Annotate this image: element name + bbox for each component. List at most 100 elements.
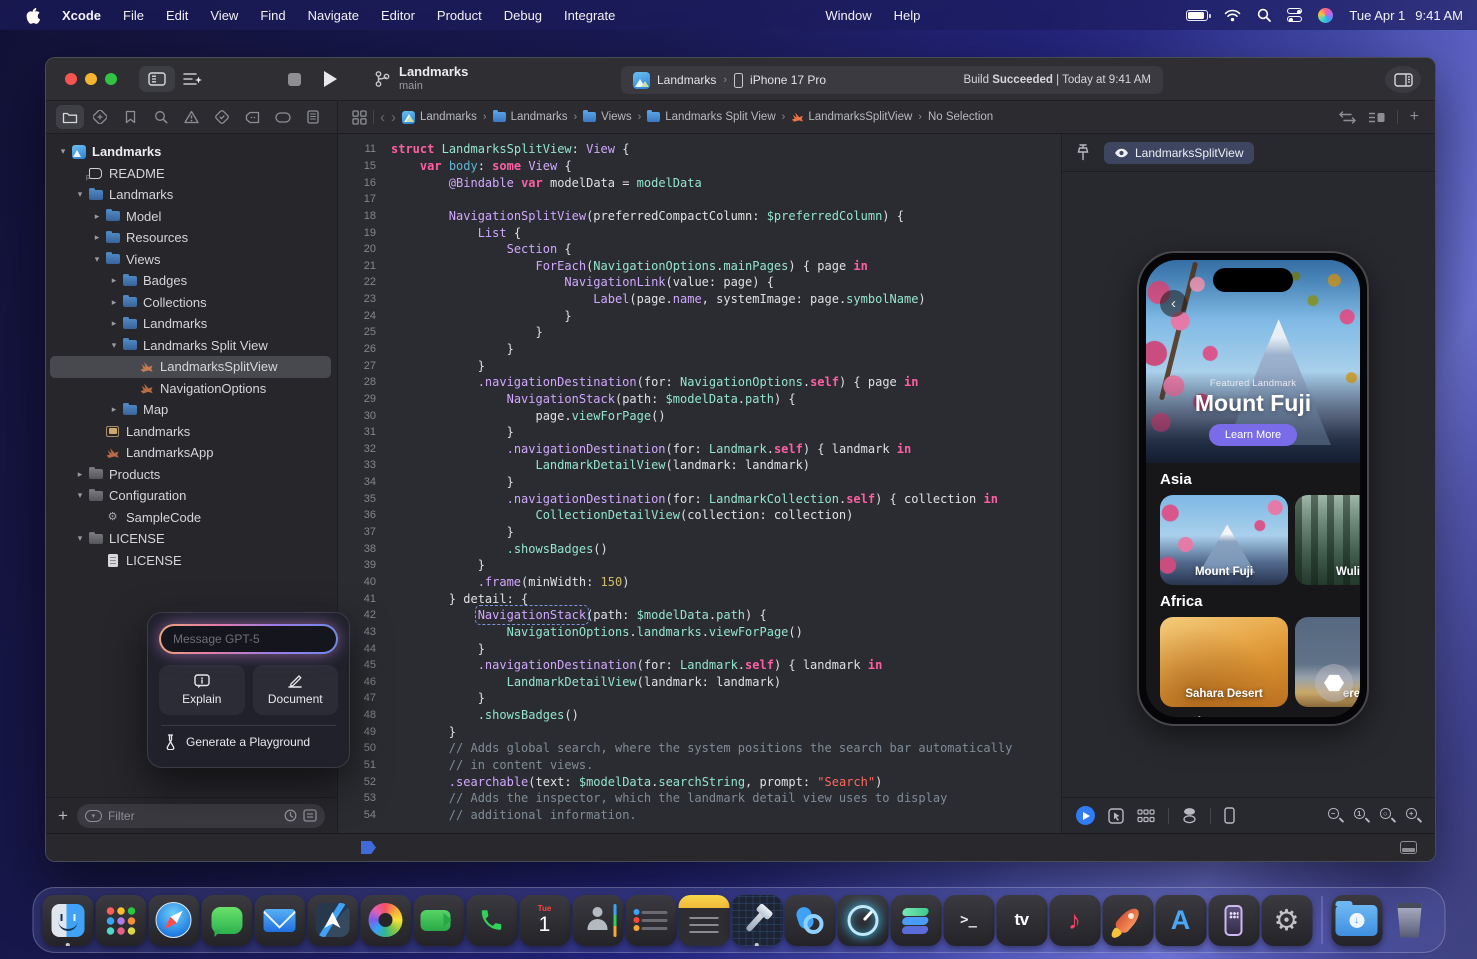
menu-view[interactable]: View xyxy=(199,8,249,23)
add-editor-icon[interactable]: + xyxy=(1410,108,1419,126)
code-line-39[interactable]: 39} xyxy=(338,557,1061,574)
dock-calendar-icon[interactable]: Tue1 xyxy=(519,895,570,946)
code-line-30[interactable]: 30page.viewForPage() xyxy=(338,407,1061,424)
live-preview-button[interactable] xyxy=(1076,806,1095,825)
code-line-48[interactable]: 48.showsBadges() xyxy=(338,707,1061,724)
code-line-17[interactable]: 17 xyxy=(338,191,1061,208)
landmark-card-sahara[interactable]: Sahara Desert xyxy=(1160,617,1288,707)
tree-item-landmarks[interactable]: Landmarks xyxy=(46,421,337,443)
run-button[interactable] xyxy=(312,66,348,92)
breadcrumb-item[interactable]: No Selection xyxy=(928,111,993,123)
code-line-22[interactable]: 22NavigationLink(value: page) { xyxy=(338,274,1061,291)
navigator-tab-project-navigator[interactable] xyxy=(56,105,84,129)
tree-item-collections[interactable]: ▸Collections xyxy=(46,292,337,314)
dock-mail-icon[interactable] xyxy=(254,895,305,946)
code-line-40[interactable]: 40.frame(minWidth: 150) xyxy=(338,574,1061,591)
code-line-42[interactable]: 42NavigationStack(path: $modelData.path)… xyxy=(338,607,1061,624)
tree-item-model[interactable]: ▸Model xyxy=(46,206,337,228)
tree-item-landmarks[interactable]: ▸Landmarks xyxy=(46,313,337,335)
apple-menu-icon[interactable] xyxy=(14,7,51,24)
menu-help[interactable]: Help xyxy=(883,8,932,23)
dock-instruments-icon[interactable] xyxy=(837,895,888,946)
code-line-52[interactable]: 52.searchable(text: $modelData.searchStr… xyxy=(338,773,1061,790)
code-line-31[interactable]: 31} xyxy=(338,424,1061,441)
dock-simulator-icon[interactable] xyxy=(1102,895,1153,946)
code-line-51[interactable]: 51// in content views. xyxy=(338,757,1061,774)
dock-finder-icon[interactable] xyxy=(42,895,93,946)
dock-downloads-icon[interactable]: ↓ xyxy=(1331,895,1382,946)
navigator-tab-bookmarks[interactable] xyxy=(117,105,145,129)
menu-file[interactable]: File xyxy=(112,8,155,23)
code-line-11[interactable]: 11struct LandmarksSplitView: View { xyxy=(338,141,1061,158)
forward-button[interactable]: › xyxy=(391,109,396,126)
menu-find[interactable]: Find xyxy=(249,8,296,23)
code-line-23[interactable]: 23Label(page.name, systemImage: page.sym… xyxy=(338,291,1061,308)
code-line-24[interactable]: 24} xyxy=(338,307,1061,324)
siri-icon[interactable] xyxy=(1318,8,1333,23)
navigator-tab-tests[interactable] xyxy=(208,105,236,129)
dock-freeform-icon[interactable] xyxy=(784,895,835,946)
breadcrumb-item[interactable]: LandmarksSplitView xyxy=(791,111,912,123)
variants-grid-icon[interactable] xyxy=(1137,809,1155,823)
code-line-18[interactable]: 18NavigationSplitView(preferredCompactCo… xyxy=(338,208,1061,225)
dock-safari-icon[interactable] xyxy=(148,895,199,946)
source-editor[interactable]: 11struct LandmarksSplitView: View {15var… xyxy=(338,134,1061,833)
menu-window[interactable]: Window xyxy=(814,8,882,23)
dock-stack-app-icon[interactable] xyxy=(890,895,941,946)
tree-item-configuration[interactable]: ▾Configuration xyxy=(46,485,337,507)
source-control-filter-icon[interactable] xyxy=(303,809,317,822)
landmark-card-fuji[interactable]: Mount Fuji xyxy=(1160,495,1288,585)
preview-tab[interactable]: LandmarksSplitView xyxy=(1104,142,1254,164)
code-line-20[interactable]: 20Section { xyxy=(338,241,1061,258)
code-line-21[interactable]: 21ForEach(NavigationOptions.mainPages) {… xyxy=(338,257,1061,274)
code-line-29[interactable]: 29NavigationStack(path: $modelData.path)… xyxy=(338,391,1061,408)
document-button[interactable]: Document xyxy=(253,665,339,715)
color-scheme-icon[interactable] xyxy=(1182,807,1197,824)
code-line-44[interactable]: 44} xyxy=(338,640,1061,657)
zoom-out-button[interactable]: − xyxy=(1328,808,1343,823)
navigator-tab-debug[interactable] xyxy=(238,105,266,129)
iphone-preview[interactable]: ‹ Featured Landmark Mount Fuji Learn Mor… xyxy=(1137,251,1369,726)
battery-icon[interactable] xyxy=(1186,10,1208,21)
code-line-53[interactable]: 53// Adds the inspector, which the landm… xyxy=(338,790,1061,807)
breadcrumb-item[interactable]: Landmarks Split View xyxy=(647,111,775,123)
dock-iphone-mirroring-icon[interactable] xyxy=(1208,895,1259,946)
back-button[interactable]: ‹ xyxy=(380,109,385,126)
dock-maps-icon[interactable] xyxy=(307,895,358,946)
dock-xcode-icon[interactable] xyxy=(731,895,782,946)
breadcrumb-item[interactable]: Landmarks xyxy=(493,111,568,123)
run-destination[interactable]: iPhone 17 Pro xyxy=(750,73,826,87)
dock-notes-icon[interactable] xyxy=(678,895,729,946)
code-line-47[interactable]: 47} xyxy=(338,690,1061,707)
dock-appstore-icon[interactable]: A xyxy=(1155,895,1206,946)
navigator-tab-source-control[interactable] xyxy=(86,105,114,129)
dock-trash-icon[interactable] xyxy=(1384,895,1435,946)
menu-product[interactable]: Product xyxy=(426,8,493,23)
dock-contacts-icon[interactable] xyxy=(572,895,623,946)
landmark-card-wuling[interactable]: Wuling xyxy=(1295,495,1360,585)
tree-item-products[interactable]: ▸Products xyxy=(46,464,337,486)
navigator-tab-find[interactable] xyxy=(147,105,175,129)
tree-item-badges[interactable]: ▸Badges xyxy=(46,270,337,292)
tree-item-landmarkssplitview[interactable]: LandmarksSplitView xyxy=(46,356,337,378)
editor-options-icon[interactable] xyxy=(1368,111,1385,124)
navigator-tab-issues[interactable] xyxy=(178,105,206,129)
code-line-15[interactable]: 15var body: some View { xyxy=(338,158,1061,175)
zoom-100-button[interactable]: 1 xyxy=(1354,808,1369,823)
tree-item-map[interactable]: ▸Map xyxy=(46,399,337,421)
navigator-sidebar-toggle[interactable] xyxy=(139,66,175,92)
code-line-49[interactable]: 49} xyxy=(338,723,1061,740)
menu-editor[interactable]: Editor xyxy=(370,8,426,23)
code-line-25[interactable]: 25} xyxy=(338,324,1061,341)
code-line-26[interactable]: 26} xyxy=(338,341,1061,358)
code-line-46[interactable]: 46LandmarkDetailView(landmark: landmark) xyxy=(338,674,1061,691)
menu-debug[interactable]: Debug xyxy=(493,8,553,23)
add-file-button[interactable]: + xyxy=(58,806,68,826)
pin-icon[interactable] xyxy=(1076,144,1090,161)
filter-field[interactable]: ▾ Filter xyxy=(77,804,325,828)
menu-navigate[interactable]: Navigate xyxy=(297,8,370,23)
code-line-34[interactable]: 34} xyxy=(338,474,1061,491)
code-line-32[interactable]: 32.navigationDestination(for: Landmark.s… xyxy=(338,441,1061,458)
menu-edit[interactable]: Edit xyxy=(155,8,199,23)
minimize-button[interactable] xyxy=(85,73,97,85)
